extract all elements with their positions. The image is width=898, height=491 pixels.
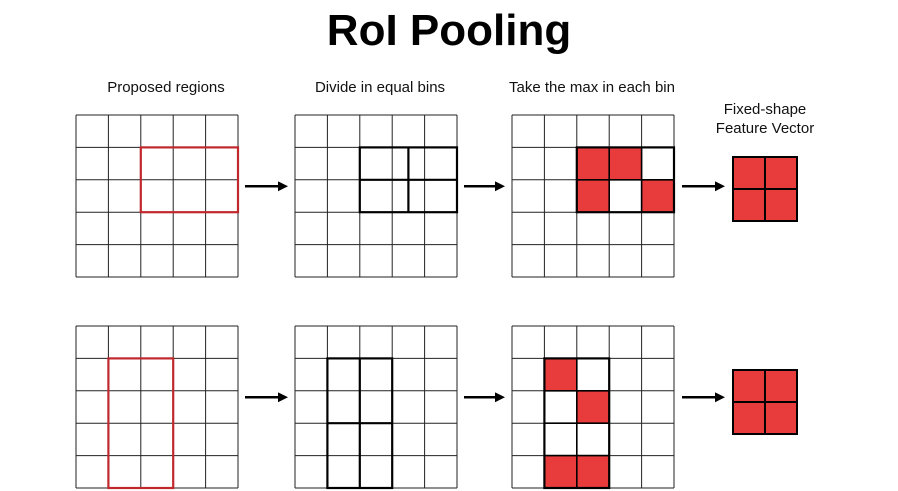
row1-max-cell <box>641 179 674 213</box>
row2-max-cell <box>576 455 610 488</box>
row1-output-cell <box>764 156 798 190</box>
row2-output-cell <box>732 369 766 403</box>
row2-max-cell <box>544 455 577 488</box>
row1-output-cell <box>732 188 766 222</box>
row2-max-cell <box>576 390 610 424</box>
row1-max-cell <box>609 147 642 180</box>
row1-max-cell <box>576 147 610 180</box>
roi-pooling-diagram <box>75 114 798 490</box>
row1-output-cell <box>764 188 798 222</box>
row1-output-cell <box>732 156 766 190</box>
row2-max-cell <box>544 358 577 391</box>
row1-max-cell <box>576 179 610 213</box>
row2-output-cell <box>764 401 798 435</box>
row2-output-cell <box>732 401 766 435</box>
row2-output-cell <box>764 369 798 403</box>
